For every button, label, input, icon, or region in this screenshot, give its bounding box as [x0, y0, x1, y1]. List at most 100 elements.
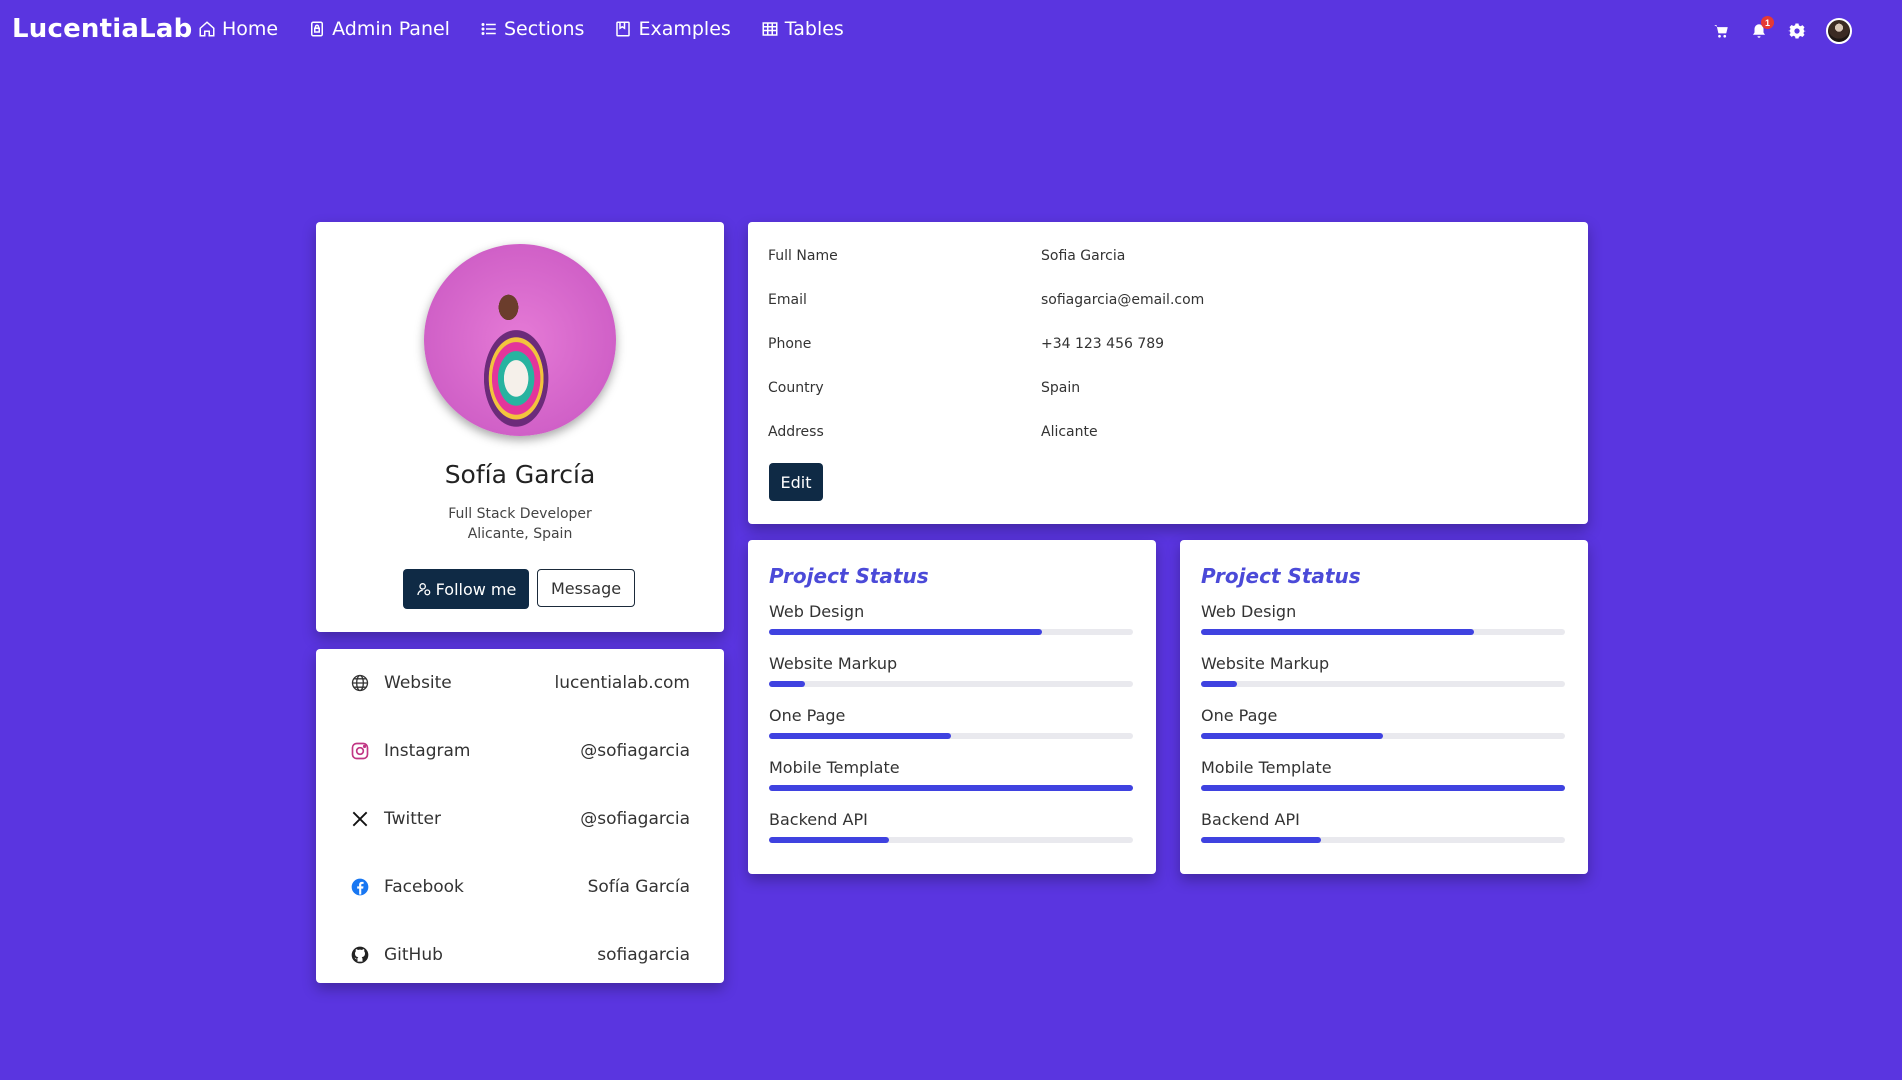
edit-button[interactable]: Edit	[769, 463, 823, 501]
progress-track	[1201, 785, 1565, 791]
user-plus-icon	[416, 583, 430, 596]
nav-links: Home Admin Panel Sections Examples Table…	[198, 18, 874, 40]
project-status-card: Project Status Web Design Website Markup…	[748, 540, 1156, 874]
social-row-github[interactable]: GitHub sofiagarcia	[350, 921, 690, 989]
progress-fill	[769, 837, 890, 843]
user-avatar[interactable]	[1826, 18, 1852, 44]
progress-fill	[1201, 681, 1238, 687]
social-value[interactable]: @sofiagarcia	[580, 809, 690, 829]
project-title: Project Status	[769, 564, 929, 588]
project-item: Backend API	[1201, 810, 1567, 862]
info-row-country: Country Spain	[768, 366, 1568, 410]
brand-logo[interactable]: LucentiaLab	[12, 14, 192, 44]
social-row-facebook[interactable]: Facebook Sofía García	[350, 853, 690, 921]
social-left: Twitter	[350, 809, 441, 829]
project-label: Mobile Template	[1201, 758, 1332, 777]
project-item: Website Markup	[1201, 654, 1567, 706]
project-item: Web Design	[1201, 602, 1567, 654]
nav-admin-label: Admin Panel	[332, 18, 450, 40]
project-label: Backend API	[769, 810, 868, 829]
progress-fill	[1201, 629, 1474, 635]
notification-badge: 1	[1761, 16, 1774, 29]
project-item: Mobile Template	[769, 758, 1135, 810]
social-row-instagram[interactable]: Instagram @sofiagarcia	[350, 717, 690, 785]
info-label: Full Name	[768, 248, 838, 264]
project-item: Web Design	[769, 602, 1135, 654]
nav-right-icons: 1	[1712, 16, 1852, 44]
project-label: Website Markup	[769, 654, 898, 673]
info-label: Email	[768, 292, 807, 308]
project-item: One Page	[769, 706, 1135, 758]
social-label: Twitter	[384, 809, 441, 829]
nav-home-label: Home	[222, 18, 279, 40]
profile-info-card: Full Name Sofia Garcia Email sofiagarcia…	[748, 222, 1588, 524]
progress-fill	[1201, 785, 1565, 791]
social-label: Website	[384, 673, 452, 693]
follow-button[interactable]: Follow me	[403, 569, 529, 609]
social-label: Facebook	[384, 877, 464, 897]
progress-fill	[769, 629, 1042, 635]
progress-fill	[1201, 733, 1383, 739]
book-icon	[616, 21, 631, 37]
cart-icon	[1714, 25, 1728, 38]
nav-home[interactable]: Home	[198, 18, 278, 40]
settings-button[interactable]	[1788, 22, 1806, 40]
project-title: Project Status	[1201, 564, 1361, 588]
social-label: Instagram	[384, 741, 471, 761]
info-label: Address	[768, 424, 824, 440]
progress-track	[1201, 837, 1565, 843]
x-twitter-icon	[352, 811, 368, 827]
nav-sections-label: Sections	[503, 18, 585, 40]
instagram-icon	[351, 742, 369, 760]
project-label: One Page	[769, 706, 846, 725]
top-navbar: LucentiaLab Home Admin Panel Sections Ex…	[0, 0, 1902, 62]
social-value[interactable]: Sofía García	[588, 877, 690, 897]
nav-tables[interactable]: Tables	[761, 18, 844, 40]
social-left: Facebook	[350, 877, 464, 897]
social-value[interactable]: sofiagarcia	[597, 945, 690, 965]
info-row-address: Address Alicante	[768, 410, 1568, 454]
project-item: Mobile Template	[1201, 758, 1567, 810]
progress-track	[769, 733, 1133, 739]
lock-icon	[311, 21, 324, 37]
project-item: Website Markup	[769, 654, 1135, 706]
nav-examples[interactable]: Examples	[614, 18, 731, 40]
project-item: Backend API	[769, 810, 1135, 862]
social-row-twitter[interactable]: Twitter @sofiagarcia	[350, 785, 690, 853]
notifications-button[interactable]: 1	[1750, 16, 1774, 40]
profile-name: Sofía García	[444, 460, 596, 489]
progress-track	[1201, 681, 1565, 687]
nav-sections[interactable]: Sections	[480, 18, 585, 40]
progress-fill	[769, 733, 951, 739]
social-value[interactable]: @sofiagarcia	[580, 741, 690, 761]
info-value: Spain	[1041, 380, 1081, 396]
profile-card: Sofía García Full Stack Developer Alican…	[316, 222, 724, 632]
info-row-email: Email sofiagarcia@email.com	[768, 278, 1568, 322]
facebook-icon	[351, 878, 369, 896]
info-label: Country	[768, 380, 824, 396]
info-value: Sofia Garcia	[1041, 248, 1126, 264]
info-row-phone: Phone +34 123 456 789	[768, 322, 1568, 366]
social-row-website[interactable]: Website lucentialab.com	[350, 649, 690, 717]
progress-track	[1201, 733, 1565, 739]
project-label: Mobile Template	[769, 758, 900, 777]
nav-tables-label: Tables	[784, 18, 844, 40]
message-button[interactable]: Message	[537, 569, 635, 607]
info-value: sofiagarcia@email.com	[1041, 292, 1205, 308]
nav-admin-panel[interactable]: Admin Panel	[308, 18, 450, 40]
cart-button[interactable]	[1712, 22, 1730, 40]
profile-location: Alicante, Spain	[467, 526, 573, 542]
progress-fill	[1201, 837, 1322, 843]
social-left: Website	[350, 673, 452, 693]
project-label: One Page	[1201, 706, 1278, 725]
project-label: Web Design	[769, 602, 865, 621]
progress-track	[1201, 629, 1565, 635]
project-label: Website Markup	[1201, 654, 1330, 673]
globe-icon	[351, 674, 369, 692]
nav-examples-label: Examples	[638, 18, 731, 40]
profile-role: Full Stack Developer	[448, 506, 592, 522]
social-label: GitHub	[384, 945, 443, 965]
social-value[interactable]: lucentialab.com	[554, 673, 690, 693]
progress-track	[769, 837, 1133, 843]
progress-track	[769, 681, 1133, 687]
